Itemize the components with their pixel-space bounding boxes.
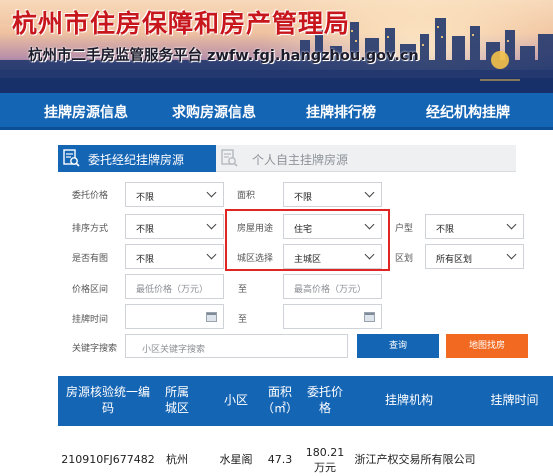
calendar-icon[interactable]	[364, 312, 375, 322]
end-date-input[interactable]	[283, 304, 382, 329]
chevron-down-icon	[506, 219, 517, 230]
chevron-down-icon	[364, 187, 375, 198]
price-range-label: 价格区间	[72, 285, 109, 295]
nav-item-agency[interactable]: 经纪机构挂牌	[426, 102, 510, 122]
header-banner: 杭州市住房保障和房产管理局 杭州市二手房监管服务平台 zwfw.fgj.hang…	[0, 0, 553, 93]
zone-select[interactable]: 所有区划	[425, 244, 524, 269]
document-search-icon	[221, 149, 238, 167]
zone-label: 区划	[395, 254, 414, 264]
area-select[interactable]: 不限	[283, 182, 382, 207]
document-search-icon	[63, 149, 80, 167]
map-search-button[interactable]: 地图找房	[446, 334, 528, 358]
cell-area: 47.3	[267, 453, 293, 466]
site-subtitle: 杭州市二手房监管服务平台 zwfw.fgj.hangzhou.gov.cn	[28, 48, 419, 64]
chevron-down-icon	[206, 187, 217, 198]
col-header-area: 面积（㎡）	[262, 385, 299, 415]
nav-item-ranking[interactable]: 挂牌排行榜	[306, 102, 376, 122]
col-header-community: 小区	[223, 393, 248, 407]
col-header-id: 房源核验统一编码	[65, 385, 150, 415]
sort-select-value: 不限	[136, 225, 155, 235]
list-time-to: 至	[238, 315, 248, 325]
col-header-time: 挂牌时间	[490, 393, 539, 407]
area-select-value: 不限	[294, 193, 313, 203]
area-label: 面积	[237, 191, 256, 201]
layout-select[interactable]: 不限	[425, 214, 524, 239]
site-title: 杭州市住房保障和房产管理局	[12, 9, 351, 38]
cell-community: 水星阁	[219, 453, 253, 466]
sort-select[interactable]: 不限	[125, 214, 224, 239]
usage-district-highlight-box	[225, 209, 390, 271]
col-header-agency: 挂牌机构	[384, 393, 433, 407]
nav-item-wanted[interactable]: 求购房源信息	[172, 102, 256, 122]
cell-agency: 浙江产权交易所有限公司	[354, 453, 476, 466]
max-price-placeholder: 最高价格（万元）	[294, 285, 367, 295]
main-nav: 挂牌房源信息 求购房源信息 挂牌排行榜 经纪机构挂牌	[0, 93, 553, 130]
listing-table-header: 房源核验统一编码 所属城区 小区 面积（㎡） 委托价格 挂牌机构 挂牌时间	[58, 376, 553, 426]
chevron-down-icon	[506, 249, 517, 260]
zone-select-value: 所有区划	[436, 255, 473, 265]
chevron-down-icon	[206, 219, 217, 230]
chevron-down-icon	[206, 249, 217, 260]
price-select-value: 不限	[136, 193, 155, 203]
tab-agent-listings[interactable]: 委托经纪挂牌房源	[58, 145, 216, 172]
calendar-icon[interactable]	[206, 312, 217, 322]
has-image-select[interactable]: 不限	[125, 244, 224, 269]
min-price-input[interactable]: 最低价格（万元）	[125, 274, 224, 299]
nav-item-listing[interactable]: 挂牌房源信息	[44, 102, 128, 122]
query-button[interactable]: 查询	[357, 334, 439, 358]
list-time-label: 挂牌时间	[72, 315, 109, 325]
table-row[interactable]: 210910FJ677482 杭州 水星阁 47.3 180.21万元 浙江产权…	[58, 426, 553, 476]
price-select[interactable]: 不限	[125, 182, 224, 207]
keyword-placeholder: 小区关键字搜索	[142, 345, 206, 355]
has-image-select-value: 不限	[136, 255, 155, 265]
page: 杭州市住房保障和房产管理局 杭州市二手房监管服务平台 zwfw.fgj.hang…	[0, 0, 553, 476]
cell-district: 杭州	[166, 453, 188, 466]
keyword-search-input[interactable]: 小区关键字搜索	[125, 334, 348, 358]
layout-select-value: 不限	[436, 225, 455, 235]
price-label: 委托价格	[72, 191, 109, 201]
has-image-label: 是否有图	[72, 254, 109, 264]
tab-agent-listings-label: 委托经纪挂牌房源	[88, 153, 185, 167]
max-price-input[interactable]: 最高价格（万元）	[283, 274, 382, 299]
cell-price: 180.21万元	[305, 446, 345, 474]
col-header-district: 所属城区	[164, 385, 189, 415]
tab-personal-listings[interactable]: 个人自主挂牌房源	[216, 145, 516, 172]
start-date-input[interactable]	[125, 304, 224, 329]
price-range-to: 至	[238, 285, 248, 295]
min-price-placeholder: 最低价格（万元）	[136, 285, 209, 295]
keyword-label: 关键字搜索	[72, 344, 118, 354]
sort-label: 排序方式	[72, 224, 109, 234]
cell-id: 210910FJ677482	[61, 453, 155, 466]
col-header-price: 委托价格	[306, 385, 343, 415]
layout-label: 户型	[395, 224, 414, 234]
tab-personal-listings-label: 个人自主挂牌房源	[252, 153, 349, 167]
